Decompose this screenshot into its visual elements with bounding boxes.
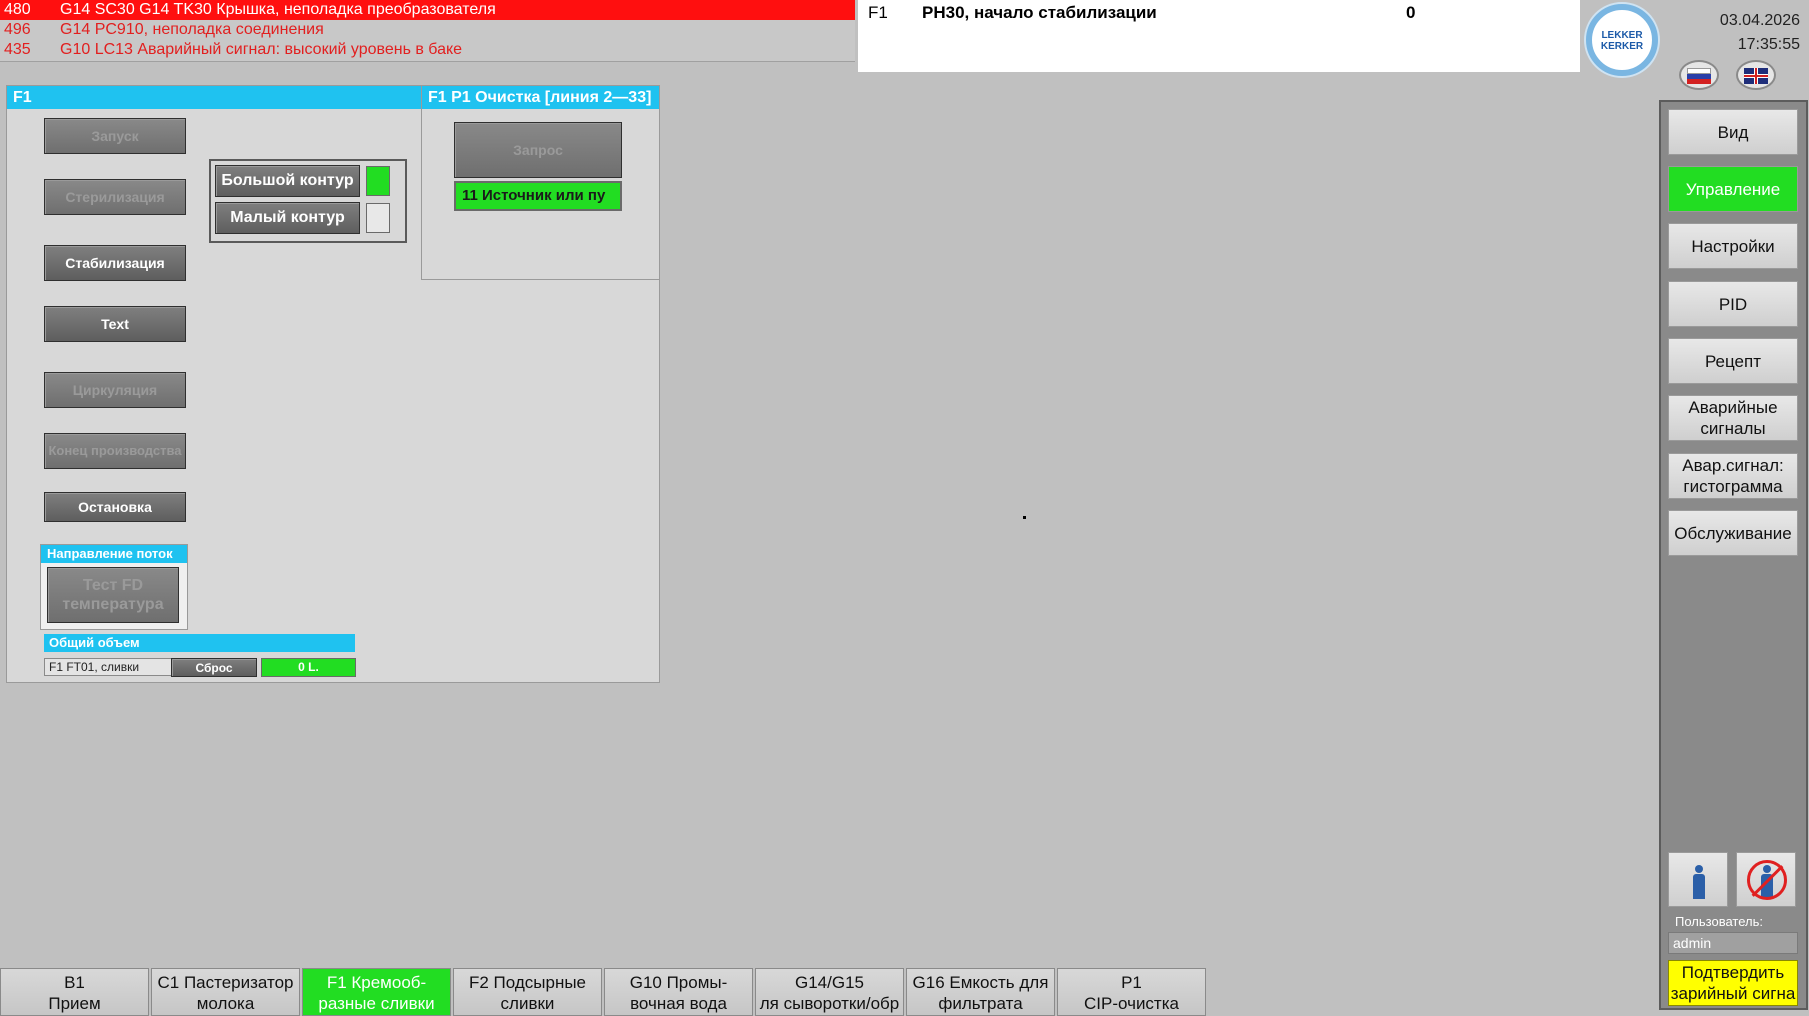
status-message-bar: F1 PH30, начало стабилизации 0 xyxy=(858,0,1580,72)
panel-title: F1 xyxy=(7,86,421,109)
big-contour-button[interactable]: Большой контур xyxy=(215,165,360,197)
tab-line1: F1 Кремооб- xyxy=(326,973,427,992)
ack-label-line1: Подтвердить xyxy=(1681,963,1785,982)
tab-line1: G10 Промы- xyxy=(629,973,728,992)
nav-alarm-histogram-button[interactable]: Авар.сигнал: гистограмма xyxy=(1668,453,1798,499)
ack-label-line2: зарийный сигна xyxy=(1670,984,1796,1003)
reset-button[interactable]: Сброс xyxy=(171,658,257,677)
tab-line2: вочная вода xyxy=(630,994,727,1013)
tab-c1[interactable]: C1 Пастеризатор молока xyxy=(151,968,300,1016)
tab-line1: C1 Пастеризатор xyxy=(157,973,294,992)
nav-view-button[interactable]: Вид xyxy=(1668,109,1798,155)
nav-settings-button[interactable]: Настройки xyxy=(1668,223,1798,269)
tab-line2: ля сыворотки/обр xyxy=(759,994,900,1013)
language-english-flag-icon[interactable] xyxy=(1736,60,1776,90)
text-button[interactable]: Text xyxy=(44,306,186,342)
volume-meter-name: F1 FT01, сливки xyxy=(44,658,172,676)
contour-selector: Большой контур Малый контур xyxy=(209,159,407,243)
status-value: 0 xyxy=(1406,3,1416,22)
alarm-row[interactable]: 496 G14 PC910, неполадка соединения xyxy=(0,20,855,40)
acknowledge-alarm-button[interactable]: Подтвердить зарийный сигна xyxy=(1668,960,1798,1006)
tab-g14-g15[interactable]: G14/G15 ля сыворотки/обр xyxy=(755,968,904,1016)
stop-button[interactable]: Остановка xyxy=(44,492,186,522)
user-controls xyxy=(1668,852,1798,907)
right-navigation: Вид Управление Настройки PID Рецепт Авар… xyxy=(1659,100,1808,1010)
subpanel-title: F1 P1 Очистка [линия 2—33] xyxy=(422,86,659,109)
cursor-dot xyxy=(1023,516,1026,519)
unit-control-panel: F1 Запуск Стерилизация Стабилизация Text… xyxy=(6,85,660,683)
user-icon xyxy=(1693,865,1705,899)
tab-line2: сливки xyxy=(500,994,555,1013)
end-production-button[interactable]: Конец производства xyxy=(44,433,186,469)
alarm-list: 480 G14 SC30 G14 TK30 Крышка, неполадка … xyxy=(0,0,855,62)
username-field: admin xyxy=(1668,932,1798,954)
nav-maintenance-button[interactable]: Обслуживание xyxy=(1668,510,1798,556)
status-message: PH30, начало стабилизации xyxy=(922,3,1157,22)
alarm-number: 496 xyxy=(4,21,31,38)
total-volume-title: Общий объем xyxy=(44,634,355,652)
tab-g16[interactable]: G16 Емкость для фильтрата xyxy=(906,968,1055,1016)
flow-direction-title: Направление поток xyxy=(41,545,187,563)
alarm-number: 435 xyxy=(4,41,31,58)
small-contour-button[interactable]: Малый контур xyxy=(215,202,360,234)
logout-button[interactable] xyxy=(1736,852,1796,907)
tab-line2: фильтрата xyxy=(938,994,1023,1013)
volume-value: 0 L. xyxy=(261,658,356,677)
tab-line2: молока xyxy=(196,994,255,1013)
tab-line1: P1 xyxy=(1121,973,1142,992)
tab-line2: разные сливки xyxy=(318,994,435,1013)
small-contour-indicator xyxy=(366,203,390,233)
stabilization-button[interactable]: Стабилизация xyxy=(44,245,186,281)
no-entry-icon xyxy=(1747,860,1787,900)
cleaning-subpanel: F1 P1 Очистка [линия 2—33] Запрос 11 Ист… xyxy=(421,86,659,280)
flow-direction-box: Направление поток Тест FD температура xyxy=(40,544,188,630)
tab-p1[interactable]: P1 CIP-очистка xyxy=(1057,968,1206,1016)
alarm-text: G14 PC910, неполадка соединения xyxy=(60,21,324,38)
login-button[interactable] xyxy=(1668,852,1728,907)
current-time: 17:35:55 xyxy=(1737,36,1800,53)
tab-f2[interactable]: F2 Подсырные сливки xyxy=(453,968,602,1016)
tab-b1[interactable]: B1 Прием xyxy=(0,968,149,1016)
logo-text-line1: LEKKER xyxy=(1601,30,1643,41)
tab-line2: Прием xyxy=(48,994,101,1013)
nav-recipe-button[interactable]: Рецепт xyxy=(1668,338,1798,384)
test-fd-temperature-button[interactable]: Тест FD температура xyxy=(47,567,179,623)
tab-f1[interactable]: F1 Кремооб-разные сливки xyxy=(302,968,451,1016)
tab-line1: G14/G15 xyxy=(795,973,864,992)
tab-g10[interactable]: G10 Промы-вочная вода xyxy=(604,968,753,1016)
nav-pid-button[interactable]: PID xyxy=(1668,281,1798,327)
tab-line1: B1 xyxy=(64,973,85,992)
circulation-button[interactable]: Циркуляция xyxy=(44,372,186,408)
tab-line1: F2 Подсырные xyxy=(468,973,587,992)
start-button[interactable]: Запуск xyxy=(44,118,186,154)
current-date: 03.04.2026 xyxy=(1719,12,1800,29)
alarm-number: 480 xyxy=(4,1,31,18)
nav-control-button[interactable]: Управление xyxy=(1668,166,1798,212)
logo-text-line2: KERKER xyxy=(1600,41,1644,52)
alarm-text: G10 LC13 Аварийный сигнал: высокий урове… xyxy=(60,41,463,58)
language-russian-flag-icon[interactable] xyxy=(1679,60,1719,90)
request-button[interactable]: Запрос xyxy=(454,122,622,178)
tab-line2: CIP-очистка xyxy=(1084,994,1179,1013)
nav-alarms-button[interactable]: Аварийные сигналы xyxy=(1668,395,1798,441)
status-unit: F1 xyxy=(868,3,888,22)
alarm-row[interactable]: 435 G10 LC13 Аварийный сигнал: высокий у… xyxy=(0,40,855,60)
alarm-row[interactable]: 480 G14 SC30 G14 TK30 Крышка, неполадка … xyxy=(0,0,855,20)
source-field[interactable]: 11 Источник или пу xyxy=(454,181,622,211)
big-contour-indicator xyxy=(366,166,390,196)
tab-line1: G16 Емкость для xyxy=(912,973,1049,992)
user-label: Пользователь: xyxy=(1675,914,1763,929)
company-logo: LEKKER KERKER xyxy=(1586,4,1658,76)
alarm-text: G14 SC30 G14 TK30 Крышка, неполадка прео… xyxy=(60,1,496,18)
sterilization-button[interactable]: Стерилизация xyxy=(44,179,186,215)
